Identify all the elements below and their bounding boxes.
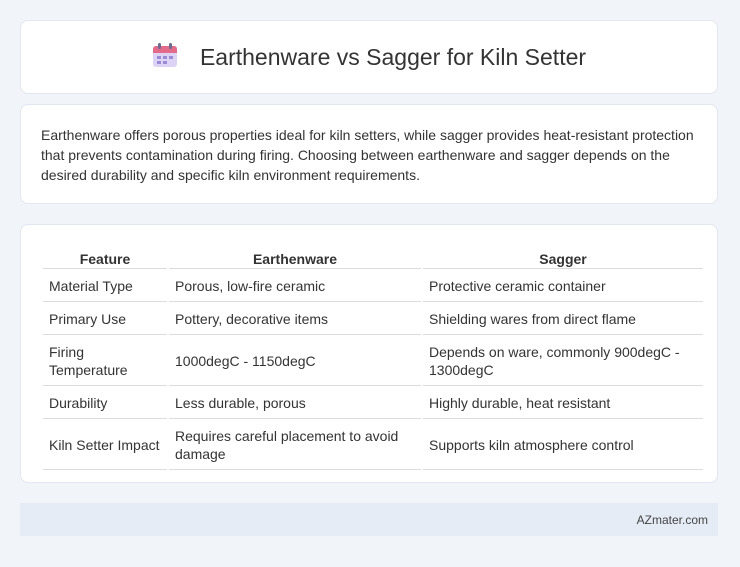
table-row: Kiln Setter Impact Requires careful plac…	[43, 421, 703, 470]
column-header-sagger: Sagger	[423, 247, 703, 269]
table-cell: Porous, low-fire ceramic	[169, 271, 421, 302]
table-cell: Shielding wares from direct flame	[423, 304, 703, 335]
calendar-icon	[152, 42, 178, 73]
comparison-table-card: Feature Earthenware Sagger Material Type…	[20, 224, 718, 483]
table-cell: Supports kiln atmosphere control	[423, 421, 703, 470]
table-cell: Primary Use	[43, 304, 167, 335]
table-cell: 1000degC - 1150degC	[169, 337, 421, 386]
table-cell: Durability	[43, 388, 167, 419]
footer-brand[interactable]: AZmater.com	[637, 513, 708, 527]
table-cell: Protective ceramic container	[423, 271, 703, 302]
table-cell: Less durable, porous	[169, 388, 421, 419]
table-cell: Requires careful placement to avoid dama…	[169, 421, 421, 470]
table-cell: Kiln Setter Impact	[43, 421, 167, 470]
description-text: Earthenware offers porous properties ide…	[41, 127, 694, 183]
table-row: Material Type Porous, low-fire ceramic P…	[43, 271, 703, 302]
comparison-table: Feature Earthenware Sagger Material Type…	[41, 245, 705, 472]
table-cell: Material Type	[43, 271, 167, 302]
footer: AZmater.com	[20, 503, 718, 536]
table-cell: Depends on ware, commonly 900degC - 1300…	[423, 337, 703, 386]
title-card: Earthenware vs Sagger for Kiln Setter	[20, 20, 718, 94]
column-header-feature: Feature	[43, 247, 167, 269]
table-cell: Firing Temperature	[43, 337, 167, 386]
table-header-row: Feature Earthenware Sagger	[43, 247, 703, 269]
table-cell: Pottery, decorative items	[169, 304, 421, 335]
table-row: Durability Less durable, porous Highly d…	[43, 388, 703, 419]
table-cell: Highly durable, heat resistant	[423, 388, 703, 419]
page-title: Earthenware vs Sagger for Kiln Setter	[199, 43, 587, 70]
table-row: Firing Temperature 1000degC - 1150degC D…	[43, 337, 703, 386]
title-wrap: Earthenware vs Sagger for Kiln Setter	[152, 42, 586, 73]
column-header-earthenware: Earthenware	[169, 247, 421, 269]
description-card: Earthenware offers porous properties ide…	[20, 104, 718, 204]
table-row: Primary Use Pottery, decorative items Sh…	[43, 304, 703, 335]
